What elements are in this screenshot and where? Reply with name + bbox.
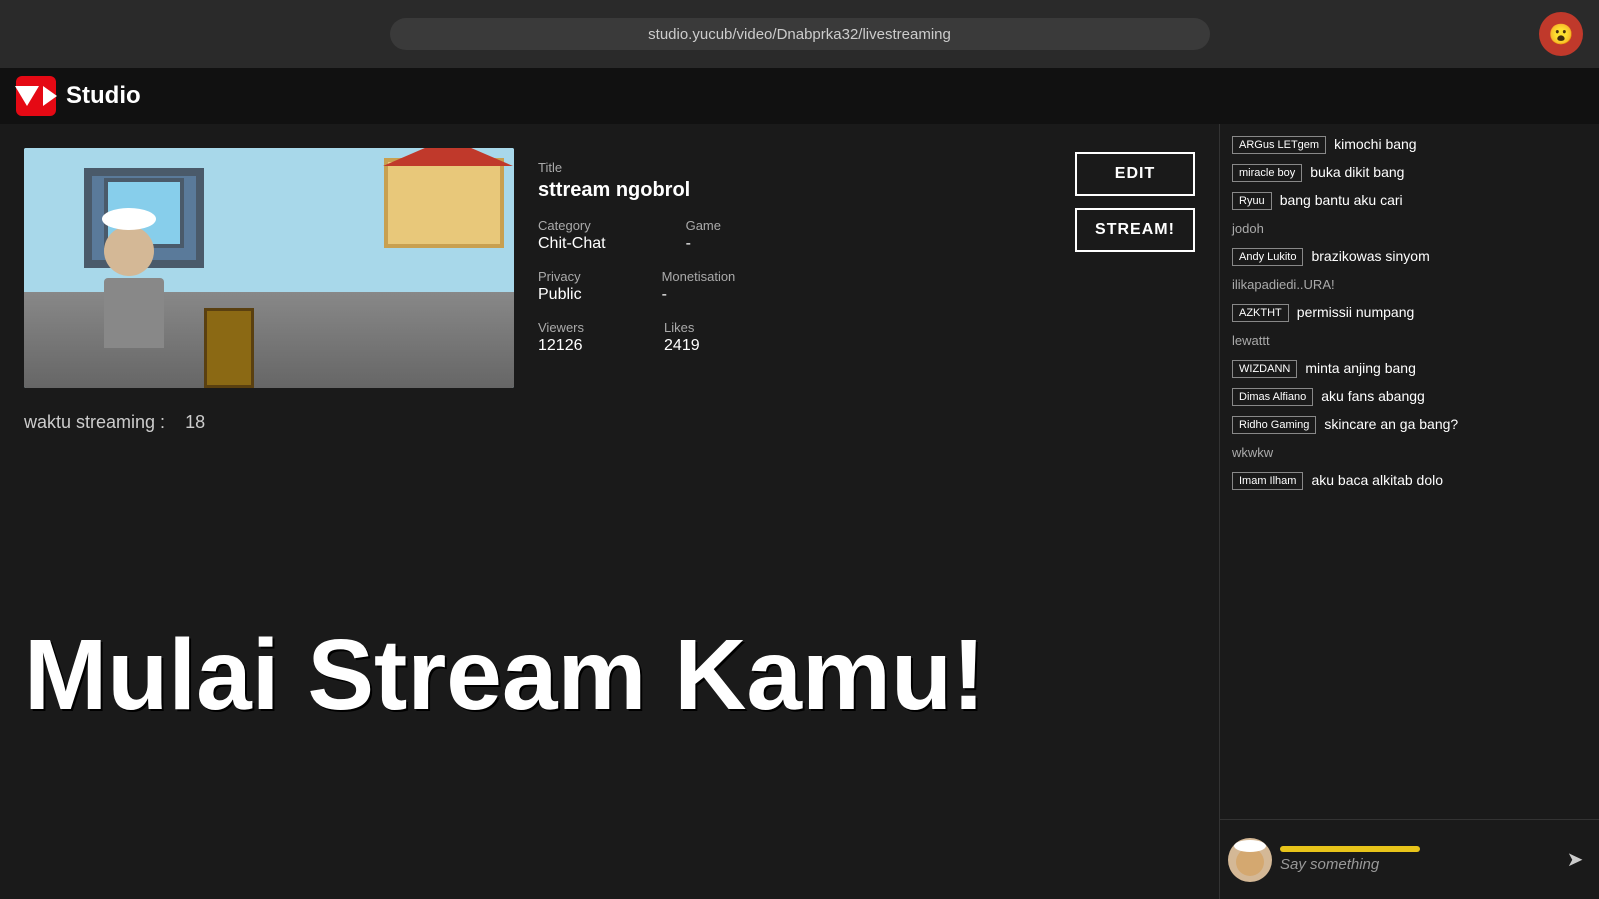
category-col: Category Chit-Chat (538, 210, 606, 253)
streaming-time-value: 18 (185, 412, 205, 432)
chat-message-0: ARGus LETgem kimochi bang (1228, 134, 1591, 156)
chat-message-text: buka dikit bang (1310, 164, 1587, 180)
stats-row: Viewers 12126 Likes 2419 (538, 312, 1051, 355)
likes-value: 2419 (664, 337, 700, 355)
chat-message-9: Dimas Alfiano aku fans abangg (1228, 386, 1591, 408)
avatar-hat (1234, 840, 1266, 852)
monetisation-col: Monetisation - (662, 261, 736, 304)
likes-label: Likes (664, 320, 700, 335)
logo-icon (16, 76, 56, 116)
chat-message-text: aku fans abangg (1321, 388, 1587, 404)
chat-plain-username: jodoh (1232, 221, 1264, 236)
big-headline: Mulai Stream Kamu! (24, 451, 1195, 899)
chat-message-4: Andy Lukito brazikowas sinyom (1228, 246, 1591, 268)
user-avatar-top[interactable]: 😮 (1539, 12, 1583, 56)
chat-message-text: permissii numpang (1297, 304, 1587, 320)
privacy-col: Privacy Public (538, 261, 582, 304)
privacy-row: Privacy Public Monetisation - (538, 261, 1051, 304)
chat-message-text: kimochi bang (1334, 136, 1587, 152)
chat-user-badge: AZKTHT (1232, 304, 1289, 322)
chat-send-button[interactable]: ➤ (1559, 844, 1591, 876)
stream-info-row: Title sttream ngobrol Category Chit-Chat… (24, 148, 1195, 388)
chat-user-badge: Ryuu (1232, 192, 1272, 210)
chat-placeholder[interactable]: Say something (1280, 856, 1551, 873)
url-bar[interactable]: studio.yucub/video/Dnabprka32/livestream… (390, 18, 1210, 50)
chat-panel: ARGus LETgem kimochi bang miracle boy buka … (1219, 124, 1599, 899)
figure-body (104, 278, 164, 348)
chat-user-badge: Dimas Alfiano (1232, 388, 1313, 406)
streaming-time-label: waktu streaming : (24, 412, 165, 432)
chat-message-1: miracle boy buka dikit bang (1228, 162, 1591, 184)
chat-message-6: AZKTHT permissii numpang (1228, 302, 1591, 324)
chat-message-text: aku baca alkitab dolo (1311, 472, 1587, 488)
viewers-col: Viewers 12126 (538, 312, 584, 355)
chat-message-7: lewattt (1228, 330, 1591, 352)
monetisation-label: Monetisation (662, 269, 736, 284)
chat-message-11: wkwkw (1228, 442, 1591, 464)
main-content: Title sttream ngobrol Category Chit-Chat… (0, 124, 1599, 899)
chat-user-avatar (1228, 838, 1272, 882)
category-row: Category Chit-Chat Game - (538, 210, 1051, 253)
edit-button[interactable]: EDIT (1075, 152, 1195, 196)
chat-message-8: WIZDANN minta anjing bang (1228, 358, 1591, 380)
chat-user-badge: Imam Ilham (1232, 472, 1303, 490)
house-body (384, 158, 504, 248)
privacy-label: Privacy (538, 269, 582, 284)
chat-message-text: bang bantu aku cari (1280, 192, 1587, 208)
chat-messages: ARGus LETgem kimochi bang miracle boy buka … (1220, 134, 1599, 819)
viewers-value: 12126 (538, 337, 584, 355)
figure-head (104, 226, 154, 276)
game-value: - (686, 235, 721, 253)
figure-hat (102, 208, 156, 230)
chat-user-badge: Ridho Gaming (1232, 416, 1316, 434)
chat-user-badge: miracle boy (1232, 164, 1302, 182)
chat-message-3: jodoh (1228, 218, 1591, 240)
chat-user-badge: Andy Lukito (1232, 248, 1303, 266)
chat-user-badge: WIZDANN (1232, 360, 1297, 378)
triangle-down-icon (15, 86, 39, 106)
stream-thumbnail (24, 148, 514, 388)
chat-message-text: minta anjing bang (1305, 360, 1587, 376)
chat-message-10: Ridho Gaming skincare an ga bang? (1228, 414, 1591, 436)
chat-plain-username: lewattt (1232, 333, 1270, 348)
chat-input-area: Say something ➤ (1220, 819, 1599, 899)
chat-input-wrapper[interactable]: Say something (1280, 846, 1551, 873)
title-label: Title (538, 160, 1051, 175)
chat-message-text: skincare an ga bang? (1324, 416, 1587, 432)
privacy-value: Public (538, 286, 582, 304)
browser-bar: studio.yucub/video/Dnabprka32/livestream… (0, 0, 1599, 68)
cartoon-door (204, 308, 254, 388)
stream-button[interactable]: STREAM! (1075, 208, 1195, 252)
chat-message-5: ilikapadiedi..URA! (1228, 274, 1591, 296)
monetisation-value: - (662, 286, 736, 304)
chat-message-2: Ryuu bang bantu aku cari (1228, 190, 1591, 212)
category-value: Chit-Chat (538, 235, 606, 253)
house-roof (383, 148, 513, 166)
game-col: Game - (686, 210, 721, 253)
chat-plain-username: ilikapadiedi..URA! (1232, 277, 1335, 292)
nav-bar: Studio (0, 68, 1599, 124)
cartoon-figure (104, 226, 164, 348)
chat-message-text: brazikowas sinyom (1311, 248, 1587, 264)
avatar-figure (1234, 844, 1266, 876)
streaming-time: waktu streaming : 18 (24, 412, 1195, 433)
studio-logo-text: Studio (66, 82, 141, 110)
avatar-head (1236, 848, 1264, 876)
url-text: studio.yucub/video/Dnabprka32/livestream… (648, 26, 951, 43)
chat-message-12: Imam Ilham aku baca alkitab dolo (1228, 470, 1591, 492)
likes-col: Likes 2419 (664, 312, 700, 355)
game-label: Game (686, 218, 721, 233)
chat-plain-username: wkwkw (1232, 445, 1273, 460)
chat-input-bar (1280, 846, 1420, 852)
stream-details: Title sttream ngobrol Category Chit-Chat… (538, 148, 1051, 388)
stream-title: sttream ngobrol (538, 179, 1051, 202)
logo-area: Studio (16, 76, 141, 116)
viewers-label: Viewers (538, 320, 584, 335)
action-buttons: EDIT STREAM! (1075, 148, 1195, 388)
center-panel: Title sttream ngobrol Category Chit-Chat… (0, 124, 1219, 899)
category-label: Category (538, 218, 606, 233)
chat-user-badge: ARGus LETgem (1232, 136, 1326, 154)
